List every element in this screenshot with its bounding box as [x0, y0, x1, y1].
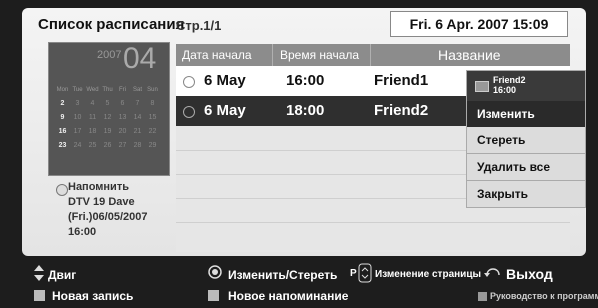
- row-name: Friend2: [374, 102, 429, 119]
- calendar-day: 15: [148, 114, 157, 121]
- hint-new-reminder: Новое напоминание: [228, 289, 349, 303]
- page-indicator: Стр.1/1: [176, 18, 222, 33]
- calendar-day: 12: [103, 114, 112, 121]
- context-item-time: 16:00: [493, 85, 517, 95]
- menu-item-delete[interactable]: Стереть: [467, 127, 585, 153]
- red-key-icon: [34, 290, 45, 301]
- calendar-grid: Mon Tue Wed Thu Fri Sat Sun 2 3 4 5 6 7 …: [55, 83, 165, 153]
- reminder-time: 16:00: [68, 226, 97, 238]
- calendar-week: 16 17 18 19 20 21 22: [55, 125, 165, 139]
- page-title: Список расписания: [38, 16, 185, 33]
- calendar-day: 22: [148, 128, 157, 135]
- weekday: Wed: [86, 87, 99, 93]
- column-start-date: Дата начала: [182, 48, 252, 62]
- column-start-time: Время начала: [280, 48, 360, 62]
- calendar-year: 2007: [97, 49, 122, 61]
- row-date: 6 May: [204, 102, 246, 119]
- blue-key-icon: [478, 292, 487, 301]
- calendar-day: 17: [73, 128, 82, 135]
- weekday: Fri: [119, 87, 126, 93]
- context-item-name: Friend2: [493, 75, 526, 85]
- calendar-day: 8: [150, 100, 155, 107]
- reminder-clock-icon: [56, 184, 68, 196]
- table-header: Дата начала Время начала Название: [176, 44, 570, 66]
- calendar-month: 04: [123, 42, 157, 75]
- calendar-day: 28: [133, 142, 142, 149]
- calendar-day: 7: [135, 100, 140, 107]
- column-divider: [272, 44, 273, 66]
- calendar-day: 14: [133, 114, 142, 121]
- row-time: 18:00: [286, 102, 325, 119]
- calendar-day: 3: [75, 100, 80, 107]
- calendar-day: 21: [133, 128, 142, 135]
- calendar-day: 23: [58, 142, 67, 149]
- row-name: Friend1: [374, 72, 429, 89]
- reminder-label: Напомнить: [68, 181, 129, 193]
- weekday: Mon: [56, 87, 69, 93]
- context-menu: Friend2 16:00 Изменить Стереть Удалить в…: [466, 70, 586, 208]
- p-key-label: P: [350, 268, 357, 279]
- updown-arrow-icon: [34, 265, 44, 281]
- calendar-week: 2 3 4 5 6 7 8: [55, 97, 165, 111]
- hint-move: Двиг: [48, 268, 77, 282]
- current-datetime: Fri. 6 Apr. 2007 15:09: [390, 11, 568, 37]
- reminder-channel: DTV 19 Dave: [68, 196, 135, 208]
- calendar-day: 11: [88, 114, 97, 121]
- calendar-day: 27: [118, 142, 127, 149]
- column-divider: [370, 44, 371, 66]
- calendar-day: 26: [103, 142, 112, 149]
- page-updown-icon: [358, 263, 372, 283]
- context-menu-header: Friend2 16:00: [467, 71, 585, 101]
- ok-button-icon: [208, 265, 222, 279]
- weekday: Sat: [132, 87, 142, 93]
- calendar-day: 2: [60, 100, 65, 107]
- calendar-day: 20: [118, 128, 127, 135]
- calendar-day: 29: [148, 142, 157, 149]
- calendar-weekdays: Mon Tue Wed Thu Fri Sat Sun: [55, 83, 165, 97]
- calendar-day: 9: [60, 114, 65, 121]
- menu-item-delete-all[interactable]: Удалить все: [467, 154, 585, 180]
- hint-exit: Выход: [506, 266, 553, 282]
- weekday: Tue: [72, 87, 83, 93]
- calendar-day: 16: [58, 128, 67, 135]
- calendar: 2007 04 Mon Tue Wed Thu Fri Sat Sun 2 3 …: [48, 42, 170, 176]
- menu-item-close[interactable]: Закрыть: [467, 181, 585, 207]
- calendar-day: 6: [120, 100, 125, 107]
- tv-icon: [475, 81, 489, 92]
- hint-guide: Руководство к программ: [490, 291, 598, 301]
- hint-page-change: Изменение страницы: [375, 269, 482, 280]
- hint-new-record: Новая запись: [52, 289, 134, 303]
- calendar-day: 18: [88, 128, 97, 135]
- calendar-week: 9 10 11 12 13 14 15: [55, 111, 165, 125]
- calendar-week: 23 24 25 26 27 28 29: [55, 139, 165, 153]
- reminder-clock-icon: [183, 76, 195, 88]
- back-arrow-icon: [484, 268, 500, 277]
- calendar-day: 4: [90, 100, 95, 107]
- calendar-day: 13: [118, 114, 127, 121]
- calendar-day: 25: [88, 142, 97, 149]
- weekday: Thu: [102, 87, 113, 93]
- calendar-day: 5: [105, 100, 110, 107]
- weekday: Sun: [147, 87, 158, 93]
- hint-edit-delete: Изменить/Стереть: [228, 268, 338, 282]
- green-key-icon: [208, 290, 219, 301]
- row-divider: [176, 222, 570, 223]
- row-date: 6 May: [204, 72, 246, 89]
- reminder-clock-icon: [183, 106, 195, 118]
- calendar-day: 10: [73, 114, 82, 121]
- calendar-day: 24: [73, 142, 82, 149]
- menu-item-edit[interactable]: Изменить: [467, 101, 585, 127]
- screen: Список расписания Стр.1/1 Fri. 6 Apr. 20…: [0, 0, 598, 308]
- reminder-date: (Fri.)06/05/2007: [68, 211, 148, 223]
- column-title: Название: [438, 47, 501, 63]
- row-time: 16:00: [286, 72, 325, 89]
- calendar-day: 19: [103, 128, 112, 135]
- reminder-info: Напомнить DTV 19 Dave (Fri.)06/05/2007 1…: [68, 180, 148, 240]
